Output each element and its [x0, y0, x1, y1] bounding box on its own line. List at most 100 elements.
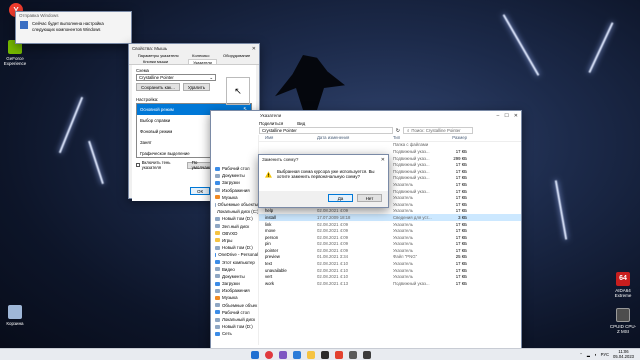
ok-button[interactable]: ОК: [190, 187, 210, 195]
file-row[interactable]: move 02.08.2021 4:09 Указатель 17 КБ: [259, 227, 521, 234]
address-bar[interactable]: Crystalline Pointer: [259, 127, 393, 134]
nav-item[interactable]: Зел.ный диск: [211, 223, 258, 230]
file-row[interactable]: Папка с файлами: [259, 142, 521, 149]
aida64-icon: 64: [616, 272, 630, 286]
scheme-select[interactable]: Crystalline Pointer ⌄: [136, 74, 216, 81]
minimize-icon[interactable]: –: [497, 113, 500, 119]
nav-item[interactable]: Сеть: [211, 330, 258, 337]
nav-item[interactable]: Видео: [211, 266, 258, 273]
nav-item[interactable]: Объемные объек: [211, 302, 258, 309]
nav-item[interactable]: Музыка: [211, 194, 258, 201]
folder-icon[interactable]: [307, 350, 315, 359]
nav-item[interactable]: Документы: [211, 172, 258, 179]
nav-item[interactable]: Документы: [211, 273, 258, 280]
column-name[interactable]: Имя: [265, 135, 317, 140]
search-input[interactable]: ⌕ Поиск: Crystalline Pointer: [403, 127, 473, 134]
setup-icon: [20, 21, 28, 29]
lightning-decoration: [554, 180, 567, 240]
no-button[interactable]: Нет: [357, 194, 382, 202]
desktop-icon-cpuz[interactable]: CPUID CPU-Z MSI: [609, 308, 637, 334]
nav-item[interactable]: Рабочий стол: [211, 165, 258, 172]
maximize-icon[interactable]: ☐: [504, 113, 508, 119]
folder-icon: [215, 281, 220, 286]
file-row[interactable]: pin 02.08.2021 4:09 Указатель 17 КБ: [259, 241, 521, 248]
cpuz-icon: [616, 308, 630, 322]
network-icon[interactable]: ▂: [587, 352, 590, 357]
setup-notification: Отправка Windows Сейчас будет выполнена …: [15, 11, 132, 44]
file-row[interactable]: work 02.08.2021 4:13 Подвижный указ... 17 К…: [259, 280, 521, 287]
app-icon[interactable]: [279, 350, 287, 359]
file-size: 17 КБ: [455, 201, 467, 207]
close-icon[interactable]: ✕: [381, 157, 385, 163]
desktop-icon-recycle-bin[interactable]: Корзина: [2, 305, 28, 326]
cursor-label: Графическое выделение: [140, 151, 190, 156]
nav-item-label: Локальный диск: [222, 317, 256, 323]
column-size[interactable]: Размер: [439, 135, 467, 140]
terminal-icon[interactable]: [321, 350, 329, 359]
file-row[interactable]: preview 01.08.2021 3:34 Файл "PNG" 25 КБ: [259, 254, 521, 261]
yes-button[interactable]: Да: [328, 194, 353, 202]
file-row[interactable]: link 02.08.2021 4:09 Указатель 17 КБ: [259, 221, 521, 228]
menu-view[interactable]: Вид: [297, 121, 305, 126]
edge-icon[interactable]: [293, 350, 301, 359]
nav-item[interactable]: Локальный диск: [211, 316, 258, 323]
replace-scheme-dialog: Заменить схему? ✕ Выбранная схема курсор…: [258, 154, 389, 208]
close-icon[interactable]: ✕: [514, 113, 518, 119]
settings-icon[interactable]: [349, 350, 357, 359]
file-size: 17 КБ: [455, 228, 467, 234]
start-icon[interactable]: [251, 350, 259, 359]
tab-pointers[interactable]: Указатели: [188, 59, 217, 65]
file-row[interactable]: text 02.08.2021 4:10 Указатель 17 КБ: [259, 260, 521, 267]
menu-share[interactable]: Поделиться: [259, 121, 283, 126]
language-indicator[interactable]: РУС: [601, 352, 609, 357]
folder-icon: [215, 310, 220, 315]
nav-item[interactable]: Изображения: [211, 187, 258, 194]
file-name: text: [265, 261, 272, 267]
volume-icon[interactable]: ◖: [594, 352, 597, 357]
column-type[interactable]: Тип: [393, 135, 439, 140]
file-type: Подвижный указ...: [393, 175, 430, 181]
folder-icon: [215, 295, 220, 300]
save-as-button[interactable]: Сохранить как...: [136, 83, 180, 91]
media-icon[interactable]: [335, 350, 343, 359]
folder-icon: [215, 195, 220, 200]
clock[interactable]: 11:06 05.04.2023: [613, 349, 634, 359]
file-row[interactable]: unavailable 02.08.2021 4:10 Указатель 17 КБ: [259, 267, 521, 274]
nav-item[interactable]: Локальный диск (C:): [211, 208, 258, 215]
nav-item[interactable]: Рабочий стол: [211, 309, 258, 316]
nav-item[interactable]: Загрузки: [211, 280, 258, 287]
nav-item[interactable]: Игры: [211, 237, 258, 244]
app-icon[interactable]: [363, 350, 371, 359]
file-row[interactable]: help 02.08.2021 4:09 Указатель 17 КБ: [259, 208, 521, 215]
nav-item[interactable]: Загрузки: [211, 179, 258, 186]
nav-item[interactable]: Изображения: [211, 287, 258, 294]
file-type: Указатель: [393, 261, 414, 267]
nav-item[interactable]: Новый том (D:): [211, 215, 258, 222]
nav-item[interactable]: OneDrive - Personal: [211, 251, 258, 258]
file-row[interactable]: install 17.07.2009 18:18 Сведения для уст.…: [259, 214, 521, 221]
navigation-pane: Рабочий стол Документы Загрузки Изображения…: [211, 135, 259, 345]
lightning-decoration: [58, 96, 84, 154]
yandex-browser-icon[interactable]: [265, 350, 273, 359]
file-row[interactable]: pointer 02.08.2021 4:09 Указатель 17 КБ: [259, 247, 521, 254]
file-type: Указатель: [393, 234, 414, 240]
file-row[interactable]: person 02.08.2021 4:09 Указатель 17 КБ: [259, 234, 521, 241]
nav-item[interactable]: Новый том (D:): [211, 323, 258, 330]
column-date[interactable]: Дата изменения: [317, 135, 369, 140]
nav-item[interactable]: Этот компьютер: [211, 258, 258, 265]
nav-item[interactable]: Новый том (D:): [211, 244, 258, 251]
file-row[interactable]: vert 02.08.2021 4:10 Указатель 17 КБ: [259, 273, 521, 280]
shadow-checkbox[interactable]: [136, 163, 140, 167]
tab-hardware[interactable]: Оборудование: [223, 53, 250, 59]
nav-item[interactable]: Музыка: [211, 294, 258, 301]
file-size: 17 КБ: [455, 162, 467, 168]
refresh-icon[interactable]: ↻: [396, 128, 400, 134]
nav-item[interactable]: Объемные объекты: [211, 201, 258, 208]
tray-chevron-icon[interactable]: ⌃: [579, 352, 583, 357]
nav-item[interactable]: OBVXD: [211, 230, 258, 237]
close-icon[interactable]: ✕: [252, 46, 256, 52]
desktop-icon-aida64[interactable]: 64 AIDA64 Extreme: [609, 272, 637, 298]
delete-scheme-button[interactable]: Удалить: [182, 83, 211, 91]
scheme-label: Схема: [136, 68, 149, 73]
tab-buttons[interactable]: Кнопки мыши: [143, 59, 168, 64]
